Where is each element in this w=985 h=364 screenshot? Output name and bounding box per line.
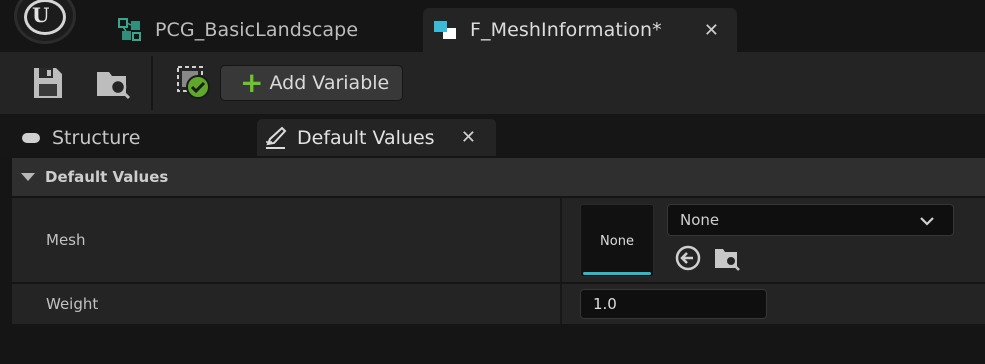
save-icon[interactable] <box>28 64 68 102</box>
thumbnail-label: None <box>600 234 634 249</box>
title-bar: U PCG_BasicLandscape F_MeshInformation* … <box>0 0 985 52</box>
weight-value: 1.0 <box>593 295 617 313</box>
add-variable-label: Add Variable <box>269 72 390 94</box>
tab-label: Default Values <box>297 126 435 149</box>
chevron-down-icon <box>919 213 935 227</box>
struct-asset-icon <box>431 16 459 44</box>
landscape-graph-icon <box>116 16 144 44</box>
tab-pcg-basic-landscape[interactable]: PCG_BasicLandscape <box>108 8 418 52</box>
property-name: Weight <box>46 295 99 313</box>
category-header-default-values[interactable]: Default Values <box>12 158 985 196</box>
column-splitter[interactable] <box>560 198 562 282</box>
tab-label: Structure <box>52 126 141 149</box>
weight-input[interactable]: 1.0 <box>580 289 767 319</box>
tab-label: F_MeshInformation* <box>470 19 662 41</box>
category-title: Default Values <box>45 168 169 186</box>
mesh-asset-picker[interactable]: None <box>667 204 954 236</box>
tab-default-values[interactable]: Default Values ✕ <box>257 119 496 156</box>
status-ok-icon[interactable] <box>176 65 216 103</box>
add-variable-button[interactable]: + Add Variable <box>220 65 403 101</box>
expand-arrow-icon[interactable] <box>21 173 35 181</box>
browse-folder-icon[interactable] <box>94 64 134 102</box>
use-selected-asset-icon[interactable] <box>674 244 702 272</box>
tab-label: PCG_BasicLandscape <box>155 19 359 41</box>
mesh-thumbnail[interactable]: None <box>580 204 654 277</box>
unreal-logo-icon[interactable]: U <box>14 0 76 44</box>
close-tab-icon[interactable]: ✕ <box>461 127 476 148</box>
structure-icon <box>22 132 40 143</box>
asset-type-color-bar <box>583 272 651 275</box>
tab-structure[interactable]: Structure <box>8 119 255 156</box>
details-panel: Default Values Mesh None None Weight 1.0 <box>0 156 985 364</box>
property-row-mesh: Mesh None None <box>12 198 985 282</box>
toolbar: + Add Variable <box>0 52 985 114</box>
close-tab-icon[interactable]: ✕ <box>704 20 719 41</box>
browse-asset-icon[interactable] <box>713 244 741 272</box>
panel-tab-bar: Structure Default Values ✕ <box>0 114 985 156</box>
property-name: Mesh <box>46 231 86 249</box>
edit-pencil-icon <box>263 125 289 151</box>
property-row-weight: Weight 1.0 <box>12 284 985 324</box>
plus-icon: + <box>240 66 264 99</box>
column-splitter[interactable] <box>560 284 562 324</box>
tab-f-mesh-information[interactable]: F_MeshInformation* ✕ <box>423 8 737 52</box>
toolbar-separator <box>151 56 153 110</box>
selected-asset-value: None <box>680 211 720 229</box>
